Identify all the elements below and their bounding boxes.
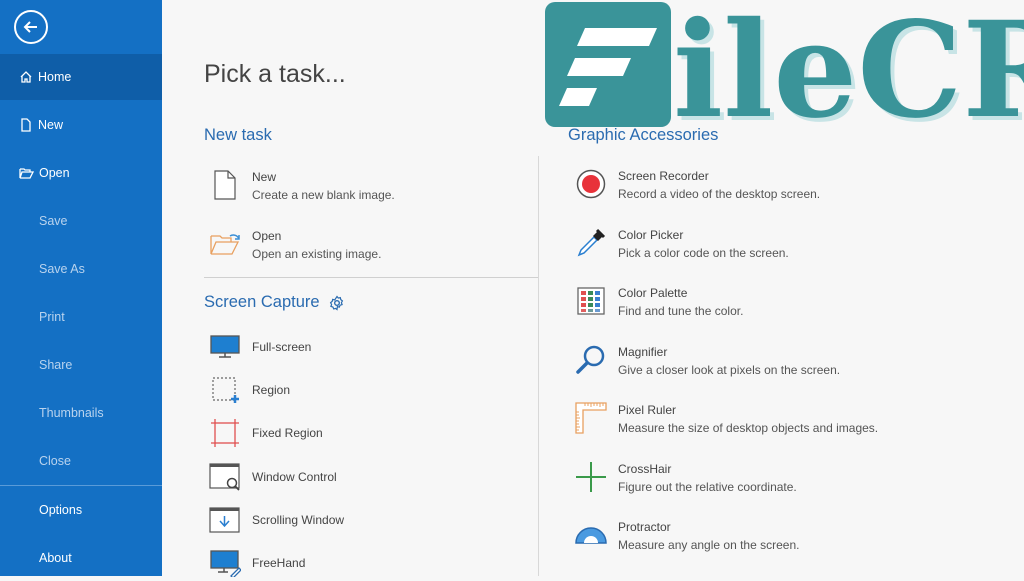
capture-label: Region — [252, 383, 290, 397]
sidebar-item-open[interactable]: Open — [0, 150, 162, 196]
protractor-icon — [575, 523, 607, 547]
home-icon — [19, 70, 33, 84]
tool-title: Color Picker — [618, 226, 789, 244]
tool-title: Magnifier — [618, 343, 840, 361]
sidebar-item-options[interactable]: Options — [0, 487, 162, 533]
sidebar-item-label: Save — [39, 214, 68, 228]
capture-window-control[interactable]: Window Control — [208, 460, 337, 494]
sidebar-item-save[interactable]: Save — [0, 198, 162, 244]
tool-title: Screen Recorder — [618, 167, 820, 185]
tool-magnifier[interactable]: MagnifierGive a closer look at pixels on… — [574, 343, 840, 379]
capture-full-screen[interactable]: Full-screen — [208, 330, 311, 364]
tool-title: CrossHair — [618, 460, 797, 478]
capture-label: FreeHand — [252, 556, 305, 570]
sidebar-item-label: Options — [39, 503, 82, 517]
monitor-icon — [209, 334, 241, 360]
sidebar-item-share[interactable]: Share — [0, 342, 162, 388]
tool-title: Color Palette — [618, 284, 743, 302]
sidebar-item-label: Share — [39, 358, 72, 372]
capture-scrolling-window[interactable]: Scrolling Window — [208, 503, 344, 537]
tool-crosshair[interactable]: CrossHairFigure out the relative coordin… — [574, 460, 797, 496]
sidebar-item-about[interactable]: About — [0, 535, 162, 581]
column-divider — [538, 156, 539, 576]
freehand-icon — [209, 549, 241, 577]
capture-label: Fixed Region — [252, 426, 323, 440]
tool-pixel-ruler[interactable]: Pixel RulerMeasure the size of desktop o… — [574, 401, 878, 437]
sidebar-item-print[interactable]: Print — [0, 294, 162, 340]
sidebar-item-label: Save As — [39, 262, 85, 276]
watermark-logo: ileCR ileCR — [545, 2, 1024, 130]
sidebar-item-thumbnails[interactable]: Thumbnails — [0, 390, 162, 436]
task-desc: Create a new blank image. — [252, 186, 395, 204]
eyedropper-icon — [575, 227, 607, 259]
record-icon — [575, 168, 607, 200]
crosshair-icon — [575, 461, 607, 493]
task-open[interactable]: OpenOpen an existing image. — [208, 227, 381, 263]
sidebar-item-home[interactable]: Home — [0, 54, 162, 100]
tool-desc: Give a closer look at pixels on the scre… — [618, 361, 840, 379]
open-folder-icon — [209, 231, 241, 257]
tool-screen-recorder[interactable]: Screen RecorderRecord a video of the des… — [574, 167, 820, 203]
magnifier-icon — [575, 344, 607, 376]
back-arrow-icon — [22, 18, 40, 36]
tool-title: Protractor — [618, 518, 799, 536]
sidebar-item-label: Open — [39, 166, 70, 180]
capture-fixed-region[interactable]: Fixed Region — [208, 416, 323, 450]
sidebar-item-label: Home — [38, 70, 71, 84]
capture-label: Full-screen — [252, 340, 311, 354]
palette-icon — [577, 287, 605, 315]
tool-desc: Measure the size of desktop objects and … — [618, 419, 878, 437]
scrolling-window-icon — [209, 506, 241, 534]
sidebar-item-label: Close — [39, 454, 71, 468]
section-divider — [204, 277, 538, 278]
tool-color-picker[interactable]: Color PickerPick a color code on the scr… — [574, 226, 789, 262]
task-title: New — [252, 168, 395, 186]
tool-color-palette[interactable]: Color PaletteFind and tune the color. — [574, 284, 743, 320]
screen-capture-heading-label: Screen Capture — [204, 293, 320, 312]
task-title: Open — [252, 227, 381, 245]
sidebar-item-close[interactable]: Close — [0, 438, 162, 484]
blank-page-icon — [212, 170, 238, 200]
sidebar-item-label: About — [39, 551, 72, 565]
fixed-region-icon — [210, 418, 240, 448]
new-file-icon — [19, 118, 33, 132]
tool-desc: Figure out the relative coordinate. — [618, 478, 797, 496]
sidebar-item-label: New — [38, 118, 63, 132]
folder-open-icon — [19, 166, 34, 180]
tool-protractor[interactable]: ProtractorMeasure any angle on the scree… — [574, 518, 799, 554]
task-desc: Open an existing image. — [252, 245, 381, 263]
new-task-heading: New task — [204, 126, 272, 145]
back-button[interactable] — [14, 10, 48, 44]
gear-icon[interactable] — [329, 295, 345, 311]
capture-label: Window Control — [252, 470, 337, 484]
sidebar-item-label: Print — [39, 310, 65, 324]
page-title: Pick a task... — [204, 60, 346, 89]
sidebar-item-save-as[interactable]: Save As — [0, 246, 162, 292]
sidebar-item-label: Thumbnails — [39, 406, 104, 420]
tool-desc: Pick a color code on the screen. — [618, 244, 789, 262]
window-search-icon — [209, 462, 241, 492]
capture-freehand[interactable]: FreeHand — [208, 546, 305, 580]
logo-text: ileCR — [673, 2, 1024, 130]
sidebar-divider — [0, 485, 162, 486]
tool-desc: Record a video of the desktop screen. — [618, 185, 820, 203]
filecr-logo-icon: ileCR ileCR — [545, 2, 1024, 130]
screen-capture-heading: Screen Capture — [204, 293, 345, 312]
region-select-icon — [210, 375, 240, 405]
tool-desc: Find and tune the color. — [618, 302, 743, 320]
tool-title: Pixel Ruler — [618, 401, 878, 419]
capture-label: Scrolling Window — [252, 513, 344, 527]
ruler-icon — [575, 402, 607, 434]
task-new[interactable]: NewCreate a new blank image. — [208, 168, 395, 204]
tool-desc: Measure any angle on the screen. — [618, 536, 799, 554]
sidebar-item-new[interactable]: New — [0, 102, 162, 148]
capture-region[interactable]: Region — [208, 373, 290, 407]
sidebar: Home New Open Save Save As Print Share T… — [0, 0, 162, 576]
